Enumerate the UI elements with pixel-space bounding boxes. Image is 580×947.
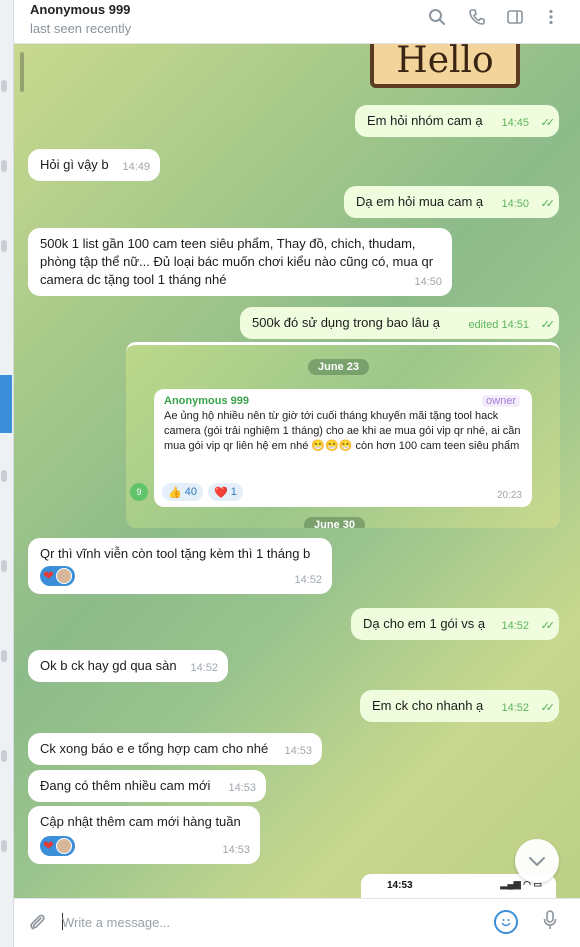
message-outgoing[interactable]: Em hỏi nhóm cam ạ 14:45 ✓✓ (355, 105, 559, 137)
message-incoming[interactable]: Qr thì vĩnh viễn còn tool tặng kèm thì 1… (28, 538, 332, 594)
message-text: Qr thì vĩnh viễn còn tool tặng kèm thì 1… (40, 546, 311, 561)
avatar (55, 838, 72, 854)
chat-list-item[interactable] (1, 470, 7, 482)
message-incoming[interactable]: Ck xong báo e e tổng hợp cam cho nhé 14:… (28, 733, 322, 765)
attach-icon[interactable] (26, 912, 48, 934)
message-text: 500k 1 list gần 100 cam teen siêu phẩm, … (40, 236, 434, 287)
date-pill: June 30 (304, 517, 365, 528)
microphone-icon[interactable] (539, 909, 561, 935)
phone-icon[interactable] (466, 8, 488, 30)
reaction-chip[interactable]: ❤ (40, 566, 75, 586)
reaction-heart: ❤️ 1 (208, 483, 243, 501)
sidebar-toggle-icon[interactable] (504, 8, 526, 30)
read-checks-icon: ✓✓ (540, 702, 556, 714)
active-chat-indicator (0, 375, 12, 433)
message-incoming[interactable]: Hỏi gì vậy b 14:49 (28, 149, 160, 181)
contact-status: last seen recently (30, 21, 132, 36)
embedded-message: Anonymous 999 owner Ae ủng hộ nhiều nên … (154, 389, 532, 507)
more-vert-icon[interactable] (540, 8, 562, 30)
hello-sticker: Hello (370, 44, 520, 88)
heart-icon: ❤️ (214, 486, 228, 499)
message-text: Đang có thêm nhiều cam mới (40, 778, 211, 793)
date-pill: June 23 (308, 359, 369, 375)
message-text: Ck xong báo e e tổng hợp cam cho nhé (40, 741, 269, 756)
message-time: 14:53 (284, 745, 312, 757)
chat-list-item[interactable] (1, 240, 7, 252)
chat-header: Anonymous 999 last seen recently (14, 0, 580, 44)
phone-time: 14:53 (387, 880, 413, 891)
avatar-badge: 9 (130, 483, 148, 501)
reaction-count: 1 (230, 486, 237, 498)
message-time: 14:53 (222, 844, 250, 856)
heart-icon: ❤ (43, 568, 54, 583)
message-time: edited 14:51 (468, 319, 529, 331)
embedded-screenshot[interactable]: June 23 Anonymous 999 owner Ae ủng hộ nh… (126, 342, 560, 528)
message-outgoing[interactable]: Dạ em hỏi mua cam ạ 14:50 ✓✓ (344, 186, 559, 218)
avatar (55, 568, 72, 584)
chat-list-strip (0, 0, 14, 947)
read-checks-icon: ✓✓ (540, 198, 556, 210)
message-input[interactable] (62, 909, 482, 935)
message-time: 14:45 (501, 117, 529, 129)
message-time: 14:52 (501, 620, 529, 632)
message-time: 14:52 (190, 662, 218, 674)
message-time: 14:50 (501, 198, 529, 210)
thumbs-up-icon: 👍 (168, 486, 182, 499)
message-incoming[interactable]: Đang có thêm nhiều cam mới 14:53 (28, 770, 266, 802)
search-icon[interactable] (426, 8, 448, 30)
heart-icon: ❤ (43, 838, 54, 853)
message-outgoing[interactable]: Em ck cho nhanh ạ 14:52 ✓✓ (360, 690, 559, 722)
message-time: 14:50 (414, 276, 442, 288)
message-incoming[interactable]: 500k 1 list gần 100 cam teen siêu phẩm, … (28, 228, 452, 296)
message-time: 14:49 (122, 161, 150, 173)
chat-area[interactable]: Hello Em hỏi nhóm cam ạ 14:45 ✓✓ Hỏi gì … (14, 44, 580, 898)
embedded-text: Ae ủng hộ nhiều nên từ giờ tới cuối thán… (164, 410, 521, 452)
chat-list-item[interactable] (1, 840, 7, 852)
reaction-count: 40 (184, 486, 197, 498)
message-time: 14:53 (228, 782, 256, 794)
message-text: Cập nhật thêm cam mới hàng tuần (40, 814, 241, 829)
reaction-like: 👍 40 (162, 483, 203, 501)
message-incoming[interactable]: Cập nhật thêm cam mới hàng tuần ❤ 14:53 (28, 806, 260, 864)
message-incoming[interactable]: Ok b ck hay gd qua sàn 14:52 (28, 650, 228, 682)
chat-list-item[interactable] (1, 750, 7, 762)
owner-badge: owner (482, 395, 520, 407)
message-outgoing[interactable]: 500k đó sử dụng trong bao lâu ạ edited 1… (240, 307, 559, 339)
chat-list-item[interactable] (1, 650, 7, 662)
embedded-time: 20:23 (496, 490, 522, 501)
scroll-down-button[interactable] (515, 839, 559, 883)
reaction-chip[interactable]: ❤ (40, 836, 75, 856)
embedded-sender: Anonymous 999 (164, 395, 249, 407)
message-composer (14, 898, 580, 947)
chat-scrollbar[interactable] (20, 52, 24, 92)
message-time: 14:52 (501, 702, 529, 714)
chat-list-item[interactable] (1, 160, 7, 172)
chat-list-item[interactable] (1, 80, 7, 92)
message-time: 14:52 (294, 574, 322, 586)
contact-name[interactable]: Anonymous 999 (30, 2, 130, 17)
read-checks-icon: ✓✓ (540, 319, 556, 331)
read-checks-icon: ✓✓ (540, 620, 556, 632)
message-outgoing[interactable]: Dạ cho em 1 gói vs ạ 14:52 ✓✓ (351, 608, 559, 640)
chat-list-item[interactable] (1, 560, 7, 572)
emoji-icon[interactable] (494, 910, 518, 934)
read-checks-icon: ✓✓ (540, 117, 556, 129)
